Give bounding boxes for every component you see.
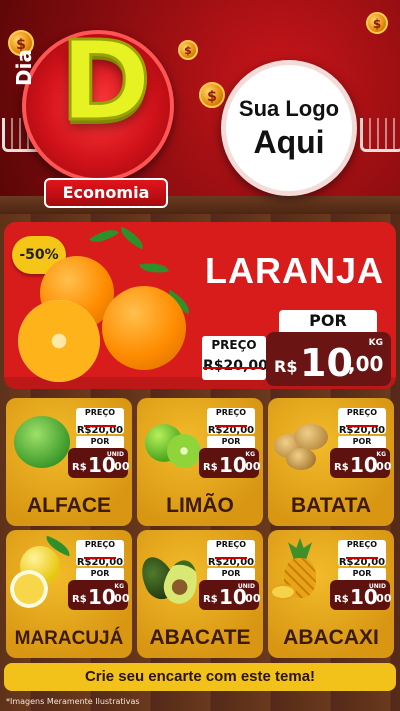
product-name: ABACATE bbox=[149, 626, 251, 649]
currency-label: R$ bbox=[334, 462, 349, 473]
por-label: POR bbox=[338, 568, 386, 580]
currency-label: R$ bbox=[72, 462, 87, 473]
old-price-box: PREÇO R$20,00 bbox=[207, 408, 255, 436]
passion-fruit-half-icon bbox=[10, 570, 48, 608]
pineapple-crown-icon bbox=[288, 538, 312, 560]
old-price-label: PREÇO bbox=[84, 408, 116, 417]
product-name: BATATA bbox=[290, 494, 372, 517]
product-name: LIMÃO bbox=[166, 494, 234, 517]
old-price-label: PREÇO bbox=[346, 540, 378, 549]
disclaimer-text: *Imagens Meramente Ilustrativas bbox=[6, 697, 140, 706]
orange-fruit-icon bbox=[102, 286, 186, 370]
price-cents: ,00 bbox=[348, 352, 384, 376]
price-cents: ,00 bbox=[372, 592, 392, 605]
price-unit: UNID bbox=[106, 451, 124, 458]
strike-line bbox=[84, 425, 116, 427]
coin-icon: $ bbox=[178, 40, 198, 60]
price-unit: KG bbox=[376, 451, 386, 458]
product-card[interactable]: PREÇO R$20,00 POR R$ 10,00 KG MARACUJÁ bbox=[6, 530, 132, 658]
old-price-box: PREÇO R$20,00 bbox=[338, 540, 386, 568]
old-price-label: PREÇO bbox=[202, 336, 266, 354]
price-unit: KG bbox=[245, 451, 255, 458]
por-label: POR bbox=[338, 436, 386, 448]
currency-label: R$ bbox=[203, 594, 218, 605]
lettuce-icon bbox=[14, 416, 70, 468]
product-price: R$ 10,00 KG bbox=[68, 580, 130, 610]
por-label: POR bbox=[279, 310, 377, 332]
coin-icon: $ bbox=[366, 12, 388, 34]
old-price-box: PREÇO R$20,00 bbox=[207, 540, 255, 568]
product-price: R$ 10,00 KG bbox=[199, 448, 261, 478]
product-name: ABACAXI bbox=[283, 626, 379, 649]
old-price-label: PREÇO bbox=[346, 408, 378, 417]
product-price: R$ 10,00 UNID bbox=[199, 580, 261, 610]
old-price-box: PREÇO R$20,00 bbox=[76, 540, 124, 568]
product-price: R$ 10,00 KG bbox=[330, 448, 392, 478]
potato-icon bbox=[286, 448, 316, 470]
old-price-box: PREÇO R$20,00 bbox=[338, 408, 386, 436]
pineapple-slice-icon bbox=[270, 584, 296, 600]
potato-icon bbox=[294, 424, 328, 450]
shopping-cart-icon bbox=[360, 118, 400, 152]
store-logo-placeholder[interactable]: Sua Logo Aqui bbox=[221, 60, 357, 196]
logo-letter: D bbox=[58, 17, 152, 145]
strike-line bbox=[203, 367, 263, 369]
old-price-label: PREÇO bbox=[215, 408, 247, 417]
por-label: POR bbox=[207, 568, 255, 580]
strike-line bbox=[215, 557, 247, 559]
price-cents: ,00 bbox=[110, 460, 130, 473]
strike-line bbox=[346, 557, 378, 559]
por-label: POR bbox=[76, 436, 124, 448]
product-price: R$ 10,00 UNID bbox=[330, 580, 392, 610]
strike-line bbox=[84, 557, 116, 559]
currency-label: R$ bbox=[203, 462, 218, 473]
product-card[interactable]: PREÇO R$20,00 POR R$ 10,00 KG LIMÃO bbox=[137, 398, 263, 526]
coin-icon: $ bbox=[199, 82, 225, 108]
old-price-label: PREÇO bbox=[84, 540, 116, 549]
featured-product-name: LARANJA bbox=[205, 250, 385, 291]
featured-price: R$ 10 ,00 KG bbox=[266, 332, 391, 386]
lime-slice-icon bbox=[167, 434, 201, 468]
product-card[interactable]: PREÇO R$20,00 POR R$ 10,00 UNID ABACATE bbox=[137, 530, 263, 658]
product-card[interactable]: PREÇO R$20,00 POR R$ 10,00 UNID ALFACE bbox=[6, 398, 132, 526]
product-price: R$ 10,00 UNID bbox=[68, 448, 130, 478]
product-card[interactable]: PREÇO R$20,00 POR R$ 10,00 KG BATATA bbox=[268, 398, 394, 526]
logo-placeholder-line1: Sua Logo bbox=[238, 95, 340, 121]
price-unit: KG bbox=[114, 583, 124, 590]
logo-placeholder-line2: Aqui bbox=[253, 123, 325, 160]
por-label: POR bbox=[76, 568, 124, 580]
price-integer: 10 bbox=[300, 341, 353, 385]
price-cents: ,00 bbox=[372, 460, 392, 473]
price-unit: UNID bbox=[368, 583, 386, 590]
old-price: R$20,00 bbox=[203, 358, 268, 374]
product-name: MARACUJÁ bbox=[14, 628, 124, 649]
strike-line bbox=[346, 425, 378, 427]
old-price-label: PREÇO bbox=[215, 540, 247, 549]
price-cents: ,00 bbox=[110, 592, 130, 605]
price-unit: KG bbox=[368, 338, 383, 348]
por-label: POR bbox=[207, 436, 255, 448]
currency-label: R$ bbox=[274, 357, 298, 376]
currency-label: R$ bbox=[334, 594, 349, 605]
strike-line bbox=[215, 425, 247, 427]
price-cents: ,00 bbox=[241, 460, 261, 473]
product-card[interactable]: PREÇO R$20,00 POR R$ 10,00 UNID ABACAXI bbox=[268, 530, 394, 658]
logo-prefix: Dia bbox=[12, 49, 36, 86]
currency-label: R$ bbox=[72, 594, 87, 605]
product-name: ALFACE bbox=[27, 494, 111, 517]
old-price-box: PREÇO R$20,00 bbox=[76, 408, 124, 436]
logo-banner: Economia bbox=[44, 178, 168, 208]
price-cents: ,00 bbox=[241, 592, 261, 605]
flyer-page: $ $ $ $ Dia D Economia Sua Logo Aqui -50… bbox=[0, 0, 400, 711]
price-unit: UNID bbox=[237, 583, 255, 590]
orange-slice-icon bbox=[18, 300, 100, 382]
cta-button[interactable]: Crie seu encarte com este tema! bbox=[4, 663, 396, 691]
